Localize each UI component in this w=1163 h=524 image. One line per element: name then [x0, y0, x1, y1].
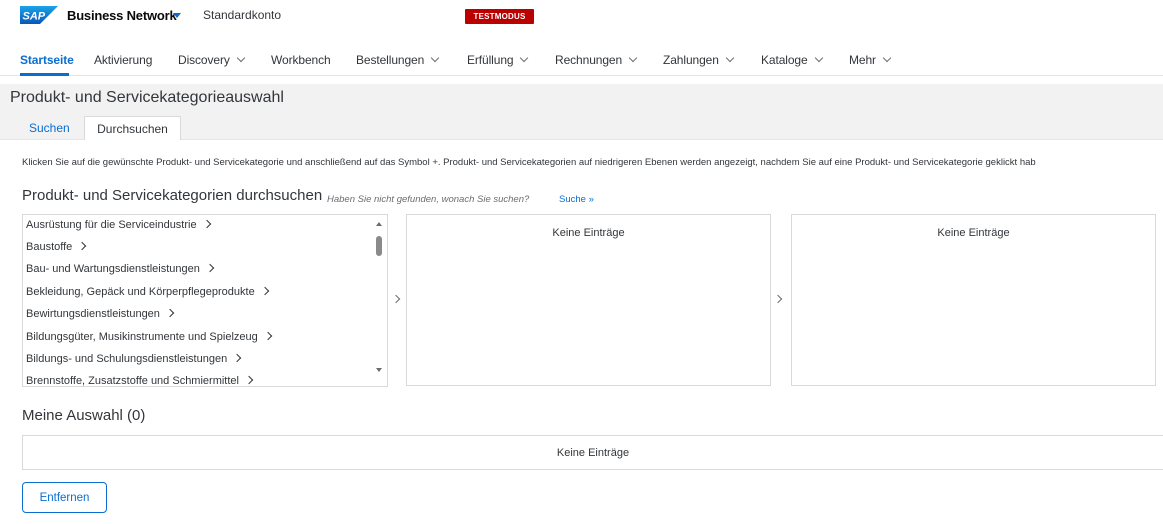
category-list-level-1[interactable]: Ausrüstung für die Serviceindustrie Baus… [22, 214, 388, 387]
tab-durchsuchen[interactable]: Durchsuchen [84, 116, 181, 140]
category-item[interactable]: Brennstoffe, Zusatzstoffe und Schmiermit… [26, 375, 254, 386]
chevron-right-icon [263, 331, 272, 341]
instruction-text: Klicken Sie auf die gewünschte Produkt- … [22, 157, 1036, 168]
scroll-thumb[interactable] [376, 236, 382, 256]
active-nav-indicator [20, 73, 69, 76]
chevron-down-icon [814, 53, 823, 63]
nav-item-zahlungen[interactable]: Zahlungen [663, 53, 735, 67]
shell-bar: SAP Business Network Standardkonto TESTM… [0, 0, 1163, 34]
search-link[interactable]: Suche » [559, 194, 594, 205]
account-name: Standardkonto [203, 8, 282, 22]
category-item[interactable]: Bekleidung, Gepäck und Körperpflegeprodu… [26, 286, 269, 298]
chevron-right-icon [773, 294, 783, 304]
svg-text:SAP: SAP [23, 11, 46, 23]
category-item[interactable]: Bildungsgüter, Musikinstrumente und Spie… [26, 331, 272, 343]
chevron-right-icon [232, 353, 242, 363]
app-menu-caret-icon[interactable] [173, 13, 181, 18]
app-title[interactable]: Business Network [67, 8, 177, 23]
chevron-right-icon [165, 308, 175, 318]
chevron-down-icon [882, 53, 892, 63]
category-item[interactable]: Bewirtungsdienstleistungen [26, 308, 175, 320]
category-list-level-2: Keine Einträge [406, 214, 771, 386]
chevron-right-icon [202, 219, 211, 229]
category-item[interactable]: Ausrüstung für die Serviceindustrie [26, 219, 211, 231]
chevron-down-icon [430, 53, 440, 63]
scroll-up-arrow-icon[interactable] [376, 222, 382, 226]
chevron-right-icon [391, 294, 401, 304]
empty-message: Keine Einträge [556, 447, 630, 459]
nav-item-startseite[interactable]: Startseite [20, 53, 74, 67]
nav-item-bestellungen[interactable]: Bestellungen [356, 53, 440, 67]
browse-hint: Haben Sie nicht gefunden, wonach Sie suc… [327, 194, 530, 205]
chevron-right-icon [78, 241, 87, 251]
empty-message: Keine Einträge [937, 227, 1010, 239]
category-item[interactable]: Bau- und Wartungsdienstleistungen [26, 263, 215, 275]
chevron-right-icon [244, 375, 254, 385]
nav-item-kataloge[interactable]: Kataloge [761, 53, 823, 67]
main-navigation: Startseite Aktivierung Discovery Workben… [0, 44, 1163, 76]
my-selection-list: Keine Einträge [22, 435, 1163, 470]
chevron-down-icon [520, 53, 529, 63]
page-title: Produkt- und Servicekategorieauswahl [10, 89, 284, 106]
nav-item-rechnungen[interactable]: Rechnungen [555, 53, 638, 67]
scroll-down-arrow-icon[interactable] [376, 368, 382, 372]
chevron-right-icon [205, 263, 215, 273]
nav-item-erfuellung[interactable]: Erfüllung [467, 53, 529, 67]
remove-button[interactable]: Entfernen [22, 482, 107, 513]
page-header: Produkt- und Servicekategorieauswahl Suc… [0, 84, 1163, 140]
chevron-right-icon [260, 286, 269, 296]
my-selection-title: Meine Auswahl (0) [22, 407, 146, 424]
chevron-down-icon [236, 53, 246, 63]
nav-item-mehr[interactable]: Mehr [849, 53, 892, 67]
category-item[interactable]: Baustoffe [26, 241, 87, 253]
nav-item-aktivierung[interactable]: Aktivierung [94, 53, 152, 67]
browse-section-title: Produkt- und Servicekategorien durchsuch… [22, 187, 323, 204]
category-list-level-3: Keine Einträge [791, 214, 1156, 386]
chevron-down-icon [725, 53, 735, 63]
tab-suchen[interactable]: Suchen [17, 116, 82, 140]
category-list-scrollbar[interactable] [373, 215, 387, 386]
nav-item-workbench[interactable]: Workbench [271, 53, 331, 67]
test-mode-badge: TESTMODUS [465, 9, 534, 24]
category-item[interactable]: Bildungs- und Schulungsdienstleistungen [26, 353, 242, 365]
nav-item-discovery[interactable]: Discovery [178, 53, 246, 67]
empty-message: Keine Einträge [552, 227, 625, 239]
sap-logo-icon[interactable]: SAP [20, 6, 58, 24]
chevron-down-icon [628, 53, 638, 63]
